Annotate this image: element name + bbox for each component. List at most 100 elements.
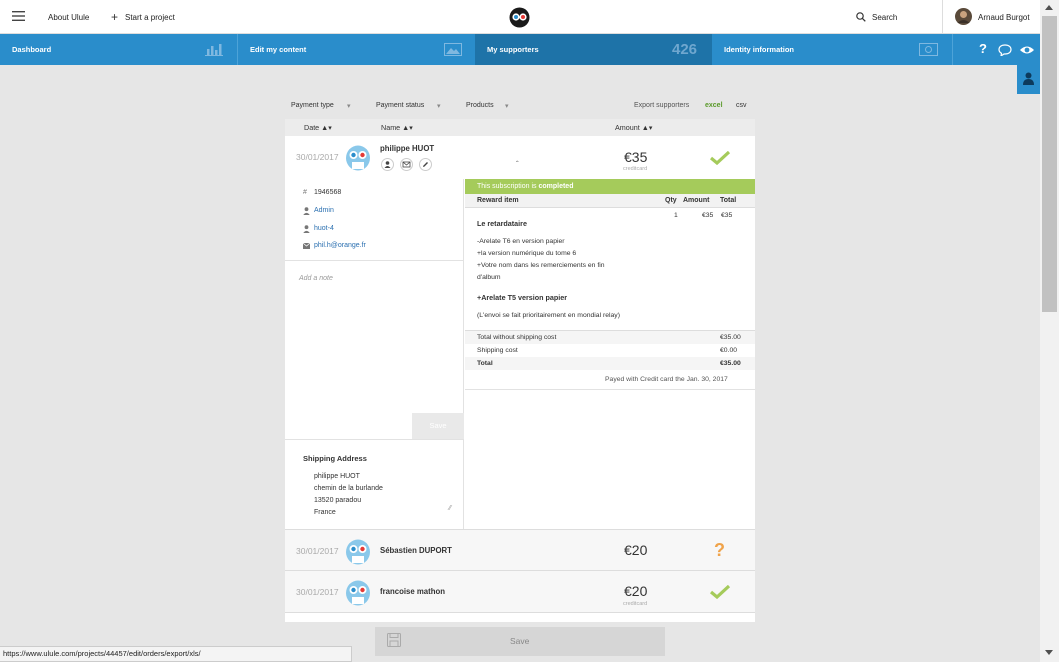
tab-my-supporters[interactable]: My supporters 426 — [475, 34, 712, 65]
supporter-avatar — [345, 144, 371, 171]
supporter-avatar — [345, 538, 371, 565]
reward-item-header: Reward item — [477, 197, 519, 204]
row-amount: €20 — [624, 583, 648, 599]
user-link[interactable]: Admin — [314, 207, 334, 214]
collapse-chevron-icon[interactable]: ˆ — [516, 160, 519, 169]
export-csv-link[interactable]: csv — [736, 102, 747, 109]
check-icon — [710, 151, 730, 165]
reward-qty: 1 — [674, 212, 678, 219]
reward-table-header: Reward item Qty Amount Total — [465, 194, 755, 208]
hamburger-menu-icon[interactable] — [12, 11, 25, 21]
comment-icon[interactable] — [998, 44, 1012, 56]
shipping-line: philippe HUOT — [314, 473, 360, 480]
reward-title: Le retardataire — [477, 219, 527, 228]
export-label: Export supporters — [634, 102, 690, 109]
banknote-icon — [919, 43, 938, 56]
nav-divider — [952, 34, 953, 65]
supporter-avatar — [345, 579, 371, 606]
floppy-disk-icon — [387, 633, 401, 647]
top-bar: About Ulule + Start a project Search Arn… — [0, 0, 1040, 34]
caret-down-icon: ▾ — [347, 103, 351, 110]
sort-name[interactable]: Name ▲▾ — [381, 123, 413, 132]
supporters-count: 426 — [672, 41, 698, 58]
supporter-name[interactable]: francoise mathon — [380, 587, 445, 596]
total-row: Total €35.00 — [465, 357, 755, 370]
email-link[interactable]: phil.h@orange.fr — [314, 242, 366, 249]
total-value: €35.00 — [720, 334, 741, 341]
sort-date[interactable]: Date ▲▾ — [304, 123, 332, 132]
amount-header-label: Amount — [615, 123, 640, 132]
tab-my-supporters-label: My supporters — [487, 45, 539, 54]
date-header-label: Date — [304, 123, 320, 132]
resize-handle-icon[interactable]: ⁄⁄ — [449, 505, 451, 512]
order-id: 1946568 — [314, 189, 342, 196]
check-icon — [710, 585, 730, 599]
ulule-logo[interactable] — [509, 7, 530, 28]
shipping-line: chemin de la burlande — [314, 485, 383, 492]
user-icon — [303, 225, 310, 233]
row-date: 30/01/2017 — [296, 587, 339, 597]
project-nav: Dashboard Edit my content My supporters … — [0, 34, 1040, 65]
save-note-button[interactable]: Save — [412, 413, 464, 439]
profile-side-button[interactable] — [1017, 65, 1040, 94]
note-textarea[interactable]: Add a note — [299, 275, 333, 282]
supporters-table: Date ▲▾ Name ▲▾ Amount ▲▾ 30/01/2017 phi… — [285, 119, 755, 622]
tab-identity-label: Identity information — [724, 45, 794, 54]
reward-desc-line: -Arelate T6 en version papier — [477, 238, 565, 245]
caret-down-icon: ▾ — [437, 103, 441, 110]
shipping-title: Shipping Address — [303, 454, 367, 463]
total-value: €35.00 — [720, 360, 741, 367]
reward-amount: €35 — [702, 212, 714, 219]
username-link[interactable]: huot-4 — [314, 225, 334, 232]
tab-edit-content[interactable]: Edit my content — [238, 34, 475, 65]
scroll-down-arrow-icon[interactable] — [1044, 649, 1054, 656]
table-row[interactable]: 30/01/2017 francoise mathon €20 creditca… — [285, 571, 755, 613]
question-icon: ? — [714, 540, 725, 560]
search-icon[interactable] — [856, 12, 866, 22]
reward-note: (L'envoi se fait prioritairement en mond… — [477, 312, 620, 319]
sort-amount[interactable]: Amount ▲▾ — [615, 123, 653, 132]
filter-products[interactable]: Products — [466, 102, 494, 109]
scrollbar-thumb[interactable] — [1042, 16, 1057, 312]
reward-desc-line: d'album — [477, 274, 501, 281]
start-project-link[interactable]: Start a project — [125, 13, 175, 22]
save-label: Save — [510, 636, 530, 646]
pencil-icon[interactable] — [419, 158, 432, 171]
order-details-panel: # 1946568 Admin huot-4 phil.h@orange.fr … — [285, 179, 464, 529]
envelope-icon — [303, 243, 310, 249]
filter-payment-type[interactable]: Payment type — [291, 102, 334, 109]
reward-panel: This subscription is completed Reward it… — [465, 179, 755, 529]
save-bar-button[interactable]: Save — [375, 627, 665, 656]
user-icon — [1022, 72, 1035, 85]
row-date: 30/01/2017 — [296, 546, 339, 556]
user-icon — [303, 207, 310, 215]
supporter-name[interactable]: philippe HUOT — [380, 144, 434, 153]
user-name[interactable]: Arnaud Burgot — [978, 13, 1030, 22]
reward-total: €35 — [721, 212, 733, 219]
tab-dashboard[interactable]: Dashboard — [0, 34, 237, 65]
divider — [285, 260, 464, 261]
reward-sub-title: +Arelate T5 version papier — [477, 293, 568, 302]
eye-icon[interactable] — [1019, 45, 1035, 55]
filter-payment-status[interactable]: Payment status — [376, 102, 424, 109]
subscription-status-banner: This subscription is completed — [465, 179, 755, 194]
search-link[interactable]: Search — [872, 13, 897, 22]
supporter-name[interactable]: Sébastien DUPORT — [380, 546, 452, 555]
caret-down-icon: ▾ — [505, 103, 509, 110]
avatar[interactable] — [955, 8, 972, 25]
status-prefix: This subscription is — [477, 183, 539, 190]
envelope-icon[interactable] — [400, 158, 413, 171]
table-header: Date ▲▾ Name ▲▾ Amount ▲▾ — [285, 119, 755, 136]
table-row[interactable]: 30/01/2017 Sébastien DUPORT €20 ? — [285, 529, 755, 571]
about-ulule-link[interactable]: About Ulule — [48, 13, 89, 22]
scroll-up-arrow-icon[interactable] — [1044, 4, 1054, 11]
plus-icon: + — [111, 10, 119, 24]
help-icon[interactable]: ? — [979, 41, 987, 56]
table-row[interactable]: 30/01/2017 philippe HUOT ˆ €35 creditcar… — [285, 136, 755, 179]
payed-note: Payed with Credit card the Jan. 30, 2017 — [605, 376, 728, 383]
row-amount: €35 — [624, 149, 648, 165]
tab-identity[interactable]: Identity information — [712, 34, 952, 65]
total-row: Total without shipping cost €35.00 — [465, 331, 755, 344]
profile-icon[interactable] — [381, 158, 394, 171]
export-excel-link[interactable]: excel — [705, 102, 723, 109]
